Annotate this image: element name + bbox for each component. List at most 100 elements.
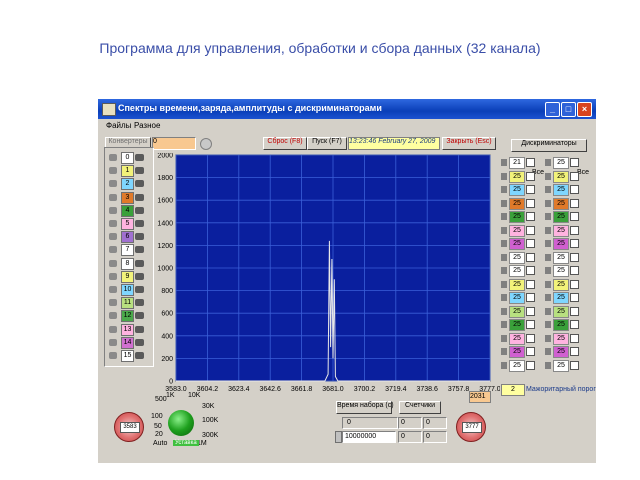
channel-row[interactable]: 10: [109, 284, 147, 296]
time-spinner[interactable]: [335, 431, 342, 443]
discriminator-checkbox[interactable]: [526, 293, 535, 302]
scale-knob[interactable]: [168, 410, 194, 436]
discriminator-value[interactable]: 25: [553, 157, 569, 169]
discriminator-checkbox[interactable]: [570, 185, 579, 194]
channel-switch-icon[interactable]: [135, 193, 144, 201]
channel-switch-icon[interactable]: [135, 167, 144, 175]
start-button[interactable]: Пуск (F7): [307, 137, 347, 150]
discriminator-value[interactable]: 25: [553, 170, 569, 183]
discriminator-value[interactable]: 25: [509, 184, 525, 196]
discriminator-value[interactable]: 25: [553, 305, 569, 318]
discriminator-value[interactable]: 25: [509, 305, 525, 318]
discriminator-value[interactable]: 25: [509, 265, 525, 277]
discriminator-checkbox[interactable]: [570, 252, 579, 262]
discriminator-checkbox[interactable]: [570, 347, 579, 356]
discriminator-checkbox[interactable]: [526, 158, 535, 167]
channel-row[interactable]: 13: [109, 323, 147, 336]
channel-switch-icon[interactable]: [135, 352, 144, 359]
discriminator-checkbox[interactable]: [570, 293, 579, 302]
converter-input[interactable]: 0: [152, 137, 196, 150]
discriminator-checkbox[interactable]: [570, 320, 579, 329]
channel-switch-icon[interactable]: [135, 180, 144, 188]
discriminator-value[interactable]: 25: [553, 251, 569, 264]
channel-row[interactable]: 14: [109, 336, 147, 349]
x-max-knob[interactable]: 3777: [456, 412, 486, 442]
discriminator-checkbox[interactable]: [526, 333, 535, 343]
discriminator-value[interactable]: 25: [553, 197, 569, 210]
discriminator-checkbox[interactable]: [526, 198, 535, 208]
maximize-icon[interactable]: □: [561, 102, 576, 117]
channel-row[interactable]: 9: [109, 270, 147, 283]
channel-row[interactable]: 6: [109, 231, 147, 244]
discriminator-checkbox[interactable]: [570, 198, 579, 208]
close-button[interactable]: Закрыть (Esc): [442, 137, 496, 150]
discriminator-value[interactable]: 25: [553, 238, 569, 250]
discriminator-checkbox[interactable]: [526, 239, 535, 248]
discriminator-checkbox[interactable]: [570, 279, 579, 289]
x-min-knob[interactable]: 3583: [114, 412, 144, 442]
channel-switch-icon[interactable]: [135, 312, 144, 320]
discriminator-value[interactable]: 25: [509, 332, 525, 345]
channel-row[interactable]: 4: [109, 204, 147, 217]
discriminator-checkbox[interactable]: [570, 171, 579, 181]
discriminator-value[interactable]: 25: [553, 359, 569, 372]
channel-switch-icon[interactable]: [135, 259, 144, 267]
minimize-icon[interactable]: _: [545, 102, 560, 117]
range-input[interactable]: 2031: [469, 391, 491, 403]
discriminator-value[interactable]: 25: [553, 265, 569, 277]
discriminator-value[interactable]: 25: [553, 319, 569, 331]
discriminator-value[interactable]: 25: [553, 332, 569, 345]
reset-button[interactable]: Сброс (F8): [263, 137, 307, 150]
discriminator-checkbox[interactable]: [526, 212, 535, 221]
channel-switch-icon[interactable]: [135, 272, 144, 280]
discriminator-value[interactable]: 25: [509, 197, 525, 210]
channel-row[interactable]: 1: [109, 165, 147, 178]
discriminator-value[interactable]: 25: [553, 346, 569, 358]
discriminator-value[interactable]: 25: [553, 184, 569, 196]
discriminator-value[interactable]: 25: [509, 251, 525, 264]
discriminator-value[interactable]: 25: [509, 278, 525, 291]
discriminator-value[interactable]: 25: [509, 238, 525, 250]
discriminator-checkbox[interactable]: [526, 225, 535, 235]
discriminator-checkbox[interactable]: [570, 212, 579, 221]
discriminator-checkbox[interactable]: [526, 252, 535, 262]
majority-input[interactable]: 2: [501, 384, 525, 396]
channel-switch-icon[interactable]: [135, 299, 144, 307]
discriminator-checkbox[interactable]: [570, 158, 579, 167]
discriminator-value[interactable]: 25: [553, 278, 569, 291]
discriminator-value[interactable]: 25: [553, 292, 569, 304]
menu-files[interactable]: Файлы: [106, 121, 131, 130]
discriminator-checkbox[interactable]: [526, 185, 535, 194]
discriminator-value[interactable]: 25: [509, 319, 525, 331]
channel-switch-icon[interactable]: [135, 286, 144, 293]
discriminator-checkbox[interactable]: [570, 333, 579, 343]
discriminator-checkbox[interactable]: [526, 306, 535, 316]
discriminator-checkbox[interactable]: [570, 360, 579, 370]
discriminator-checkbox[interactable]: [526, 360, 535, 370]
discriminator-checkbox[interactable]: [526, 266, 535, 275]
time-value-set[interactable]: 10000000: [342, 431, 396, 443]
channel-switch-icon[interactable]: [135, 206, 144, 214]
discriminator-checkbox[interactable]: [570, 266, 579, 275]
channel-row[interactable]: 3: [109, 191, 147, 204]
discriminator-checkbox[interactable]: [570, 225, 579, 235]
discriminator-value[interactable]: 25: [509, 170, 525, 183]
channel-switch-icon[interactable]: [135, 325, 144, 333]
discriminator-checkbox[interactable]: [570, 306, 579, 316]
channel-switch-icon[interactable]: [135, 233, 144, 241]
discriminator-value[interactable]: 25: [509, 292, 525, 304]
discriminator-value[interactable]: 25: [553, 211, 569, 223]
discriminator-value[interactable]: 25: [509, 224, 525, 237]
channel-row[interactable]: 15: [109, 350, 147, 362]
channel-row[interactable]: 11: [109, 297, 147, 310]
discriminator-checkbox[interactable]: [526, 171, 535, 181]
close-icon[interactable]: ×: [577, 102, 592, 117]
discriminator-checkbox[interactable]: [526, 320, 535, 329]
channel-row[interactable]: 12: [109, 310, 147, 323]
channel-row[interactable]: 8: [109, 257, 147, 270]
discriminator-value[interactable]: 25: [509, 211, 525, 223]
menu-misc[interactable]: Разное: [134, 121, 160, 130]
channel-switch-icon[interactable]: [135, 246, 144, 254]
channel-row[interactable]: 7: [109, 244, 147, 257]
channel-switch-icon[interactable]: [135, 154, 144, 161]
